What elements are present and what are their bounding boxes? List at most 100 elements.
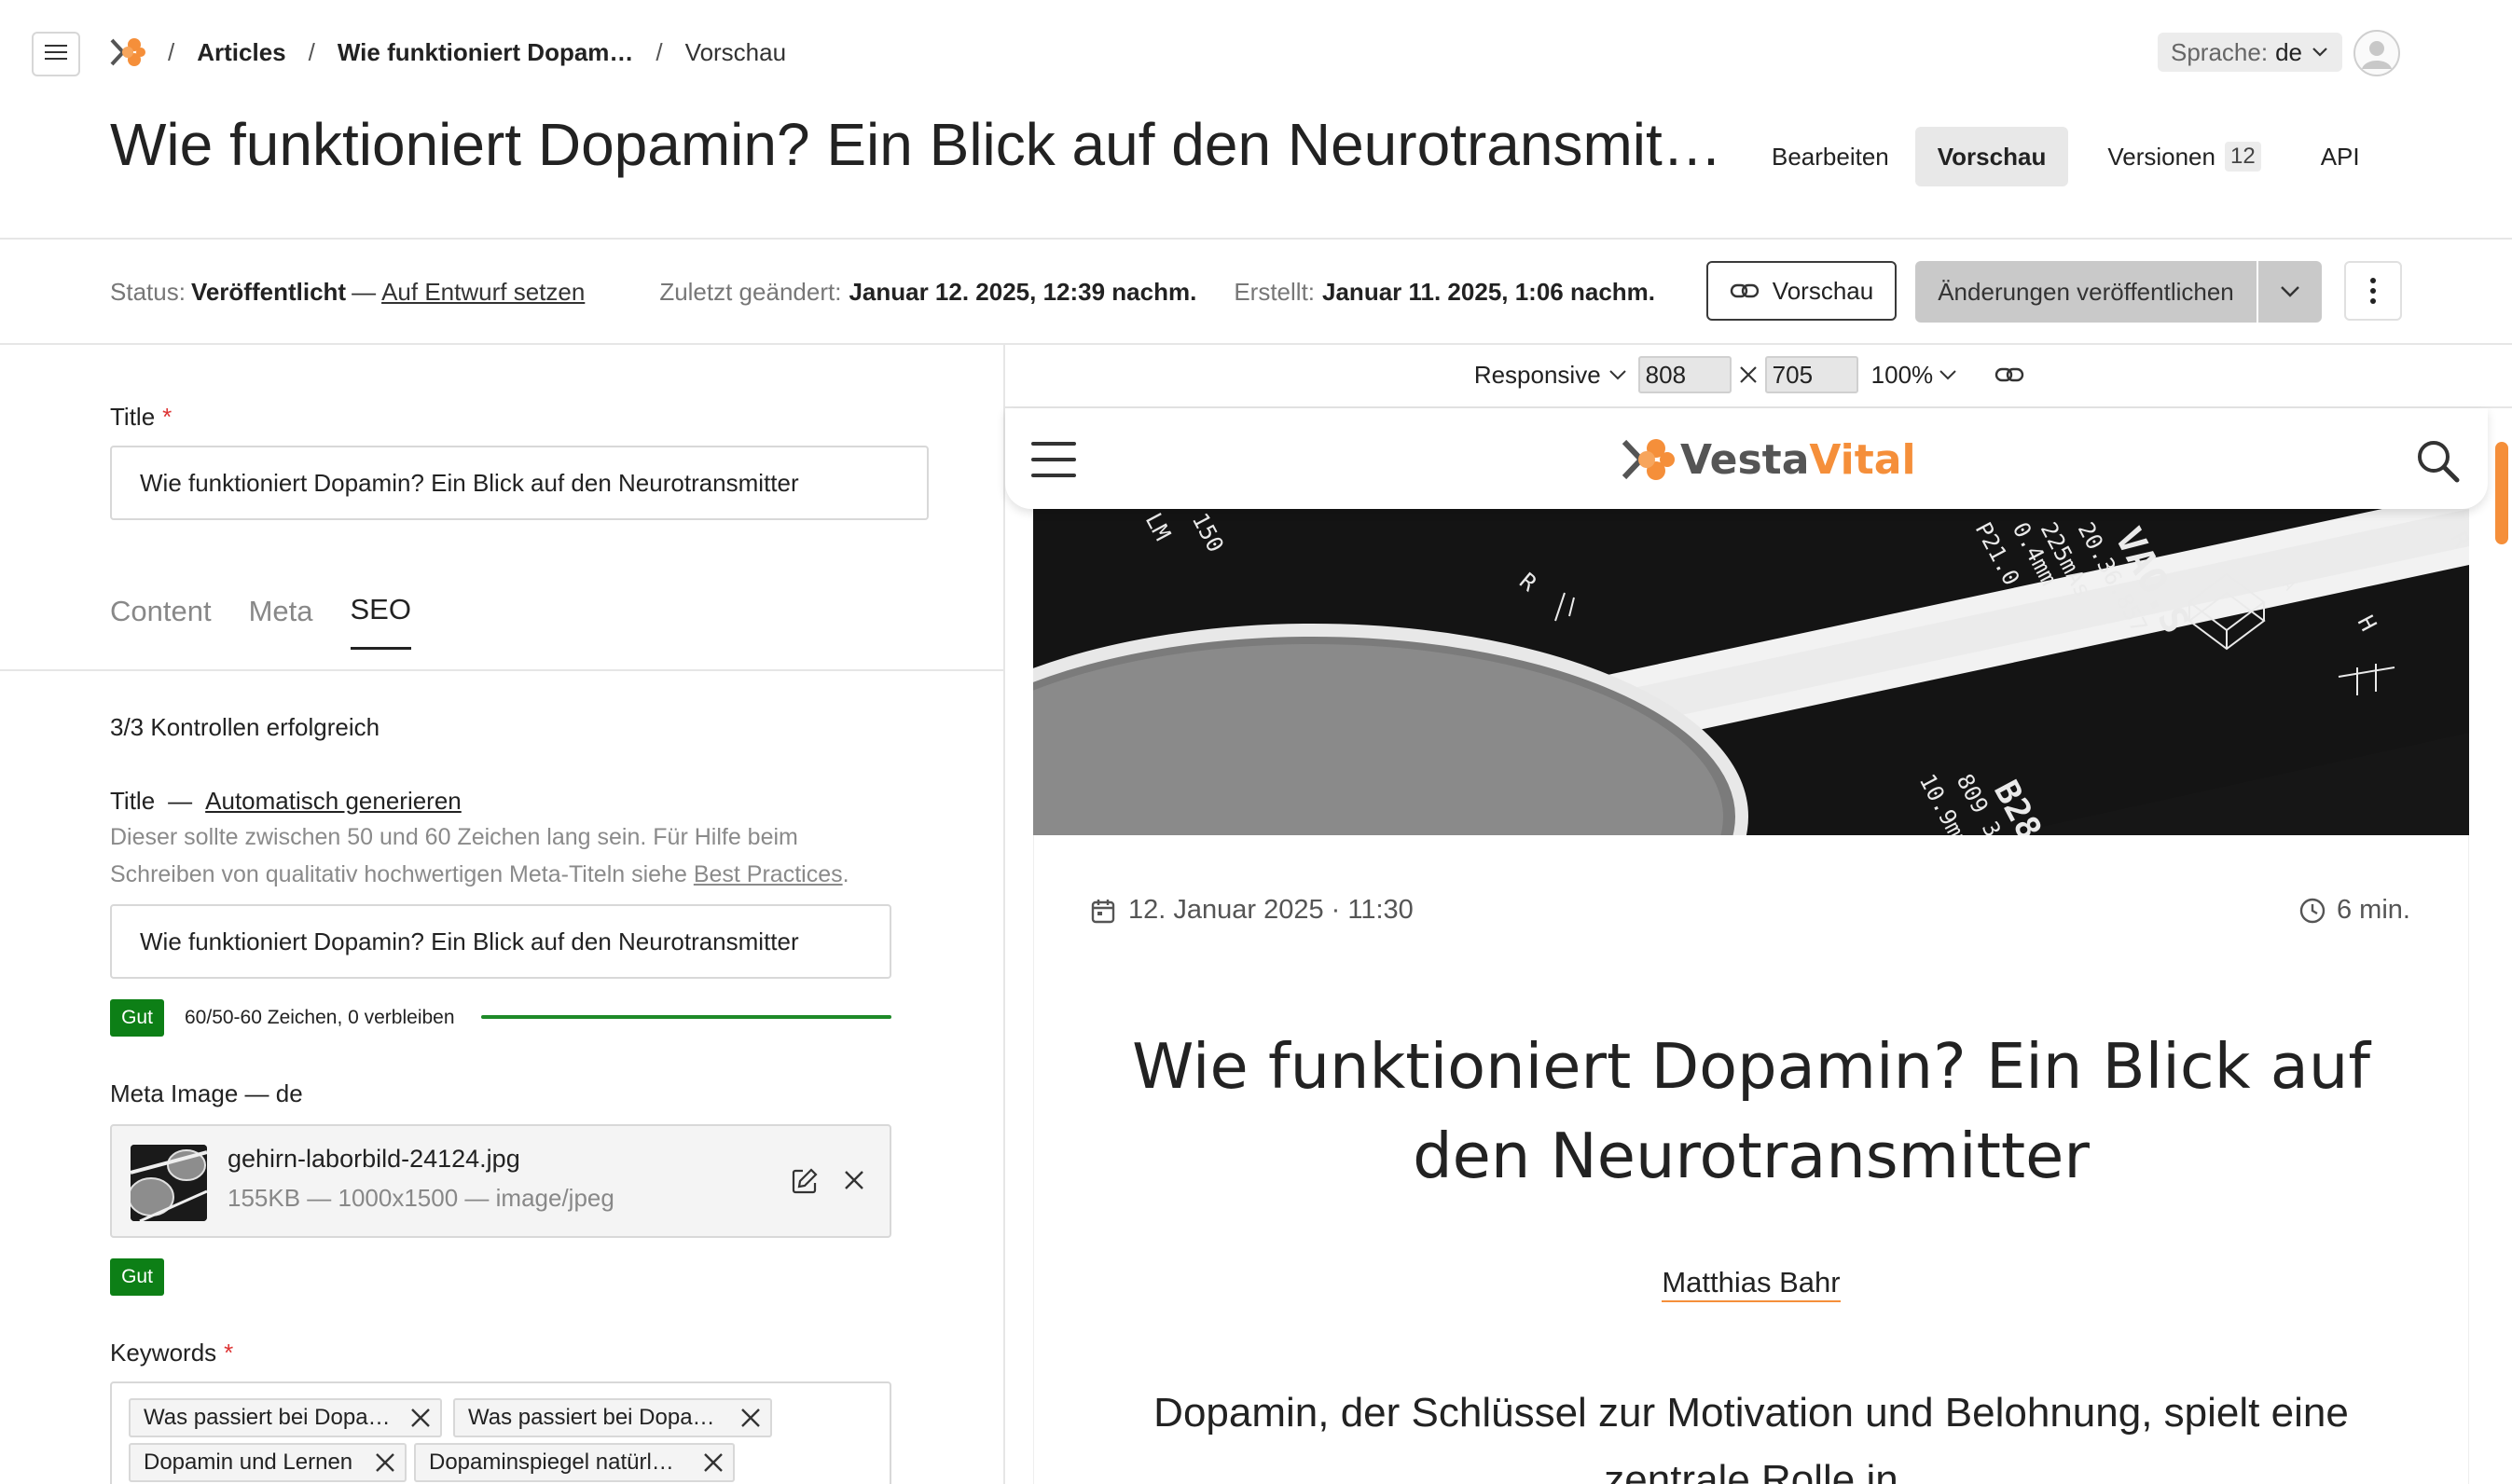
tab-preview[interactable]: Vorschau — [1914, 127, 2069, 186]
meta-image-card: gehirn-laborbild-24124.jpg 155KB — 1000x… — [110, 1124, 891, 1238]
read-time-text: 6 min. — [2337, 895, 2410, 925]
copy-link-icon[interactable] — [1994, 366, 2024, 383]
meta-image-filename: gehirn-laborbild-24124.jpg — [228, 1145, 520, 1173]
remove-keyword-icon[interactable] — [375, 1452, 395, 1473]
calendar-icon — [1091, 898, 1115, 924]
set-draft-link[interactable]: Auf Entwurf setzen — [381, 278, 585, 307]
breadcrumb-article[interactable]: Wie funktioniert Dopam… — [338, 38, 634, 67]
tab-label: Versionen — [2107, 142, 2215, 171]
remove-keyword-icon[interactable] — [703, 1452, 724, 1473]
tab-content[interactable]: Content — [110, 595, 212, 649]
publish-options-dropdown[interactable] — [2258, 261, 2322, 323]
page-title: Wie funktioniert Dopamin? Ein Blick auf … — [110, 111, 1722, 178]
keyword-chip: Was passiert bei Dopa… — [453, 1398, 772, 1437]
seo-title-label: Title — Automatisch generieren — [110, 787, 462, 816]
auto-generate-link[interactable]: Automatisch generieren — [205, 787, 462, 816]
device-select-value: Responsive — [1473, 360, 1601, 389]
article-read-time: 6 min. — [2299, 895, 2410, 926]
language-label: Sprache: — [2171, 37, 2269, 66]
language-select[interactable]: Sprache: de — [2158, 33, 2342, 72]
tab-edit[interactable]: Bearbeiten — [1749, 127, 1912, 186]
seo-title-status-badge: Gut — [110, 999, 164, 1037]
keyword-chip: Dopaminspiegel natürl… — [414, 1443, 735, 1482]
best-practices-link[interactable]: Best Practices — [694, 861, 843, 887]
created-label: Erstellt: — [1234, 277, 1316, 306]
seo-title-char-counter: 60/50-60 Zeichen, 0 verbleiben — [185, 1007, 455, 1028]
divider — [0, 669, 1003, 671]
preview-width-input[interactable]: 808 — [1637, 356, 1732, 393]
chevron-down-icon — [1939, 370, 1956, 380]
logo-text-vital: Vital — [1809, 435, 1916, 484]
site-header: Vesta Vital — [1005, 408, 2488, 509]
chevron-down-icon — [2280, 285, 2300, 298]
status-dash: — — [352, 277, 377, 306]
status-label: Status: — [110, 277, 186, 306]
kebab-menu-icon — [2369, 277, 2377, 305]
title-input[interactable]: Wie funktioniert Dopamin? Ein Blick auf … — [110, 446, 929, 520]
status-bar: Status: Veröffentlicht — Auf Entwurf set… — [110, 275, 1655, 309]
modified-label: Zuletzt geändert: — [659, 277, 842, 306]
tab-label: Bearbeiten — [1772, 142, 1889, 171]
divider — [0, 343, 2512, 345]
publish-changes-button[interactable]: Änderungen veröffentlichen — [1915, 261, 2257, 323]
meta-image-info: 155KB — 1000x1500 — image/jpeg — [228, 1184, 614, 1212]
remove-image-icon[interactable] — [843, 1169, 865, 1196]
tab-api[interactable]: API — [2298, 127, 2382, 186]
site-logo[interactable]: Vesta Vital — [1621, 435, 1916, 484]
seo-title-label-text: Title — [110, 787, 156, 815]
breadcrumb-separator: / — [308, 37, 315, 66]
seo-title-input[interactable]: Wie funktioniert Dopamin? Ein Blick auf … — [110, 904, 891, 979]
article-title: Wie funktioniert Dopamin? Ein Blick auf … — [1132, 1030, 2370, 1192]
tab-seo[interactable]: SEO — [350, 593, 411, 650]
remove-keyword-icon[interactable] — [410, 1408, 431, 1428]
meta-image-thumbnail — [131, 1145, 207, 1221]
site-menu-icon[interactable] — [1031, 440, 1076, 484]
keyword-chip: Was passiert bei Dopa… — [129, 1398, 442, 1437]
breadcrumb-articles[interactable]: Articles — [197, 38, 285, 67]
article-hero-image: R VAO.S 20.36.857 225mAs 0.4mm P21.0 R H… — [1033, 509, 2469, 835]
tab-versions[interactable]: Versionen 12 — [2085, 127, 2283, 186]
view-tabs: Bearbeiten Vorschau Versionen 12 API — [1749, 127, 2382, 186]
sidebar-toggle-button[interactable] — [32, 32, 80, 76]
site-search-icon[interactable] — [2415, 438, 2460, 488]
panel-divider — [1003, 345, 1005, 1484]
breadcrumb-separator: / — [168, 37, 175, 66]
times-icon — [1739, 365, 1758, 384]
remove-keyword-icon[interactable] — [740, 1408, 761, 1428]
tab-label: API — [2320, 142, 2360, 171]
brand-logo-icon[interactable] — [110, 36, 145, 68]
publish-button-label: Änderungen veröffentlichen — [1938, 277, 2234, 306]
meta-image-label: Meta Image — de — [110, 1079, 303, 1107]
author-link[interactable]: Matthias Bahr — [1662, 1266, 1841, 1302]
chevron-down-icon — [1608, 370, 1626, 380]
article-date: 12. Januar 2025 · 11:30 — [1091, 895, 1414, 926]
meta-image-status-badge: Gut — [110, 1258, 164, 1296]
preview-button[interactable]: Vorschau — [1706, 261, 1897, 321]
link-icon — [1730, 282, 1760, 299]
keyword-text: Was passiert bei Dopa… — [144, 1405, 391, 1430]
form-tabs: Content Meta SEO — [110, 593, 411, 650]
seo-title-help: Dieser sollte zwischen 50 und 60 Zeichen… — [110, 818, 893, 893]
device-select[interactable]: Responsive — [1474, 361, 1627, 390]
title-input-value: Wie funktioniert Dopamin? Ein Blick auf … — [140, 468, 799, 497]
article-date-text: 12. Januar 2025 · 11:30 — [1128, 895, 1414, 925]
preview-toolbar: Responsive 808 705 100% — [1005, 350, 2512, 399]
preview-button-label: Vorschau — [1772, 276, 1874, 305]
keywords-label-text: Keywords — [110, 1339, 217, 1367]
breadcrumb: / Articles / Wie funktioniert Dopam… / V… — [110, 34, 786, 71]
edit-icon[interactable] — [791, 1167, 819, 1200]
tab-label: Vorschau — [1937, 142, 2047, 171]
more-actions-button[interactable] — [2344, 261, 2402, 321]
keywords-label: Keywords * — [110, 1339, 233, 1367]
keywords-input[interactable]: Was passiert bei Dopa… Was passiert bei … — [110, 1381, 891, 1484]
keyword-text: Dopamin und Lernen — [144, 1450, 353, 1475]
breadcrumb-current: Vorschau — [684, 37, 787, 66]
logo-text-vesta: Vesta — [1680, 435, 1810, 484]
preview-height-input[interactable]: 705 — [1764, 356, 1858, 393]
tab-meta[interactable]: Meta — [249, 595, 313, 649]
preview-scrollbar[interactable] — [2495, 442, 2508, 544]
divider — [0, 238, 2512, 240]
created-value: Januar 11. 2025, 1:06 nachm. — [1322, 277, 1656, 306]
zoom-select[interactable]: 100% — [1871, 361, 1958, 390]
user-avatar[interactable] — [2353, 30, 2400, 76]
